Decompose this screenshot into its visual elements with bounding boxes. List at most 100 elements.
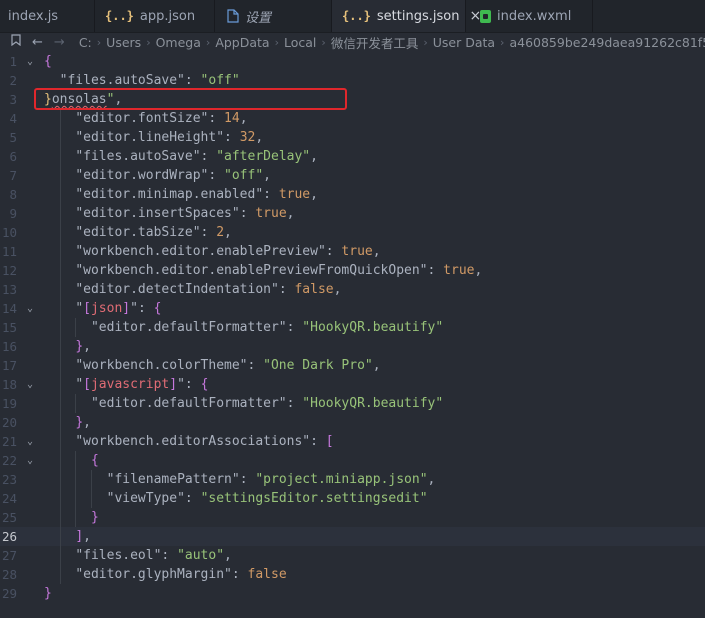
tab-label: index.js — [8, 8, 59, 24]
line-number: 13 — [1, 282, 17, 297]
tab-label: index.wxml — [497, 8, 572, 24]
code-editor[interactable]: 1 ⌄ {2 "files.autoSave": "off" 3}onsolas", 4… — [0, 52, 705, 618]
code-text: "[javascript]": { — [75, 377, 209, 392]
line-number: 16 — [1, 339, 17, 354]
tab-settings-ui[interactable]: 设置 — [215, 0, 332, 32]
code-line[interactable]: 6 "files.autoSave": "afterDelay", — [0, 147, 705, 166]
breadcrumb-item[interactable]: User Data — [433, 35, 495, 50]
line-number: 17 — [1, 358, 17, 373]
code-line[interactable]: 21 ⌄ "workbench.editorAssociations": [ — [0, 432, 705, 451]
chevron-right-icon: › — [321, 35, 326, 49]
code-text: "filenamePattern": "project.miniapp.json… — [106, 472, 436, 487]
line-number: 18 — [1, 377, 17, 392]
code-line[interactable]: 5 "editor.lineHeight": 32, — [0, 128, 705, 147]
chevron-right-icon: › — [423, 35, 428, 49]
code-line[interactable]: 24 "viewType": "settingsEditor.settingse… — [0, 489, 705, 508]
json-icon: {..} — [342, 9, 371, 23]
chevron-right-icon: › — [146, 35, 151, 49]
line-number: 24 — [1, 491, 17, 506]
code-text: ], — [75, 529, 91, 544]
code-text: "editor.defaultFormatter": "HookyQR.beau… — [90, 320, 444, 335]
code-line[interactable]: 7 "editor.wordWrap": "off", — [0, 166, 705, 185]
tab-app-json[interactable]: {..} app.json — [95, 0, 215, 32]
line-number: 9 — [9, 206, 17, 221]
code-line[interactable]: 29} — [0, 584, 705, 603]
code-line[interactable]: 8 "editor.minimap.enabled": true, — [0, 185, 705, 204]
code-line[interactable]: 23 "filenamePattern": "project.miniapp.j… — [0, 470, 705, 489]
breadcrumb-item[interactable]: AppData — [215, 35, 269, 50]
code-text: { — [44, 54, 52, 69]
line-number: 23 — [1, 472, 17, 487]
line-number: 4 — [9, 111, 17, 126]
code-line[interactable]: 28 "editor.glyphMargin": false — [0, 565, 705, 584]
back-arrow-icon[interactable]: ← — [32, 35, 43, 50]
code-line[interactable]: 2 "files.autoSave": "off" — [0, 71, 705, 90]
code-line[interactable]: 17 "workbench.colorTheme": "One Dark Pro… — [0, 356, 705, 375]
tab-settings-json[interactable]: {..} settings.json × — [332, 0, 481, 32]
code-text: }, — [75, 339, 91, 354]
line-number: 12 — [1, 263, 17, 278]
code-text: "editor.lineHeight": 32, — [75, 130, 264, 145]
code-text: "editor.defaultFormatter": "HookyQR.beau… — [90, 396, 444, 411]
code-text: "editor.detectIndentation": false, — [75, 282, 342, 297]
code-text: "workbench.editorAssociations": [ — [75, 434, 334, 449]
line-number: 10 — [1, 225, 17, 240]
code-line[interactable]: 14 ⌄ "[json]": { — [0, 299, 705, 318]
forward-arrow-icon[interactable]: → — [54, 35, 65, 50]
code-line[interactable]: 15 "editor.defaultFormatter": "HookyQR.b… — [0, 318, 705, 337]
line-number: 19 — [1, 396, 17, 411]
tab-index-js[interactable]: index.js — [0, 0, 95, 32]
code-text: "editor.insertSpaces": true, — [75, 206, 295, 221]
code-line[interactable]: 16 }, — [0, 337, 705, 356]
code-line[interactable]: 19 "editor.defaultFormatter": "HookyQR.b… — [0, 394, 705, 413]
breadcrumb: ← → C: › Users › Omega › AppData › Local… — [0, 32, 705, 52]
breadcrumb-item[interactable]: Local — [284, 35, 316, 50]
code-line[interactable]: 25 } — [0, 508, 705, 527]
breadcrumb-item[interactable]: 微信开发者工具 — [331, 33, 419, 52]
code-text: "files.autoSave": "off" — [59, 73, 240, 88]
code-line[interactable]: 18 ⌄ "[javascript]": { — [0, 375, 705, 394]
code-text: "viewType": "settingsEditor.settingsedit… — [106, 491, 428, 506]
code-line[interactable]: 27 "files.eol": "auto", — [0, 546, 705, 565]
code-line[interactable]: 22 ⌄ { — [0, 451, 705, 470]
code-line[interactable]: 26 ], — [0, 527, 705, 546]
code-text: "editor.glyphMargin": false — [75, 567, 287, 582]
bookmark-icon[interactable] — [11, 34, 21, 50]
line-number: 22 — [1, 453, 17, 468]
breadcrumb-item[interactable]: C: — [79, 35, 92, 50]
code-line[interactable]: 12 "workbench.editor.enablePreviewFromQu… — [0, 261, 705, 280]
code-text: "editor.tabSize": 2, — [75, 225, 232, 240]
line-number: 11 — [1, 244, 17, 259]
code-text: "files.autoSave": "afterDelay", — [75, 149, 318, 164]
line-number: 29 — [1, 586, 17, 601]
code-line[interactable]: 20 }, — [0, 413, 705, 432]
json-icon: {..} — [105, 9, 134, 23]
line-number: 26 — [1, 529, 17, 544]
fold-chevron-icon[interactable]: ⌄ — [24, 52, 36, 71]
line-number: 25 — [1, 510, 17, 525]
code-text: "workbench.editor.enablePreviewFromQuick… — [75, 263, 483, 278]
code-line[interactable]: 10 "editor.tabSize": 2, — [0, 223, 705, 242]
breadcrumb-item[interactable]: a460859be249daea91262c81f55 — [509, 35, 705, 50]
code-line[interactable]: 11 "workbench.editor.enablePreview": tru… — [0, 242, 705, 261]
code-line[interactable]: 13 "editor.detectIndentation": false, — [0, 280, 705, 299]
line-number: 5 — [9, 130, 17, 145]
fold-chevron-icon[interactable]: ⌄ — [24, 432, 36, 451]
breadcrumb-item[interactable]: Users — [106, 35, 141, 50]
chevron-right-icon: › — [500, 35, 505, 49]
tab-label: 设置 — [245, 10, 272, 26]
code-line[interactable]: 1 ⌄ { — [0, 52, 705, 71]
line-number: 20 — [1, 415, 17, 430]
code-line[interactable]: 3}onsolas", — [0, 90, 705, 109]
line-number: 1 — [9, 54, 17, 69]
breadcrumb-item[interactable]: Omega — [156, 35, 201, 50]
fold-chevron-icon[interactable]: ⌄ — [24, 451, 36, 470]
code-text: }, — [75, 415, 91, 430]
line-number: 14 — [1, 301, 17, 316]
code-line[interactable]: 9 "editor.insertSpaces": true, — [0, 204, 705, 223]
tab-index-wxml[interactable]: index.wxml — [466, 0, 593, 32]
fold-chevron-icon[interactable]: ⌄ — [24, 299, 36, 318]
code-text: { — [90, 453, 99, 468]
code-line[interactable]: 4 "editor.fontSize": 14, — [0, 109, 705, 128]
fold-chevron-icon[interactable]: ⌄ — [24, 375, 36, 394]
